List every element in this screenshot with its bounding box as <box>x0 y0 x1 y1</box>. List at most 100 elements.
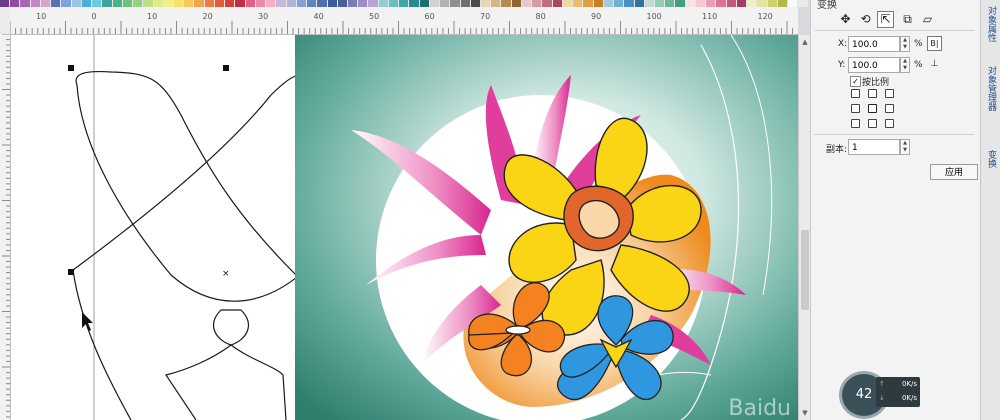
palette-swatch[interactable] <box>122 0 134 7</box>
palette-swatch[interactable] <box>204 0 215 7</box>
palette-swatch[interactable] <box>61 0 72 7</box>
palette-swatch[interactable] <box>317 0 328 7</box>
palette-swatch[interactable] <box>695 0 707 7</box>
palette-swatch[interactable] <box>675 0 686 7</box>
scroll-up-icon[interactable]: ▲ <box>800 37 810 47</box>
palette-swatch[interactable] <box>307 0 318 7</box>
palette-swatch[interactable] <box>347 0 359 7</box>
palette-swatch[interactable] <box>726 0 737 7</box>
tab-object-manager[interactable]: 对象管理器 <box>984 66 996 111</box>
anchor-bottom-center[interactable] <box>868 119 877 128</box>
scale-mirror-icon[interactable]: ⇱ <box>877 11 894 28</box>
palette-swatch[interactable] <box>716 0 727 7</box>
palette-swatch[interactable] <box>266 0 277 7</box>
copies-spinner[interactable]: ▲ ▼ <box>900 139 910 155</box>
palette-swatch[interactable] <box>327 0 338 7</box>
palette-swatch[interactable] <box>378 0 389 7</box>
palette-swatch[interactable] <box>470 0 482 7</box>
copies-field[interactable]: 1 <box>848 139 900 155</box>
anchor-top-right[interactable] <box>885 89 894 98</box>
palette-swatch[interactable] <box>255 0 267 7</box>
palette-swatch[interactable] <box>655 0 666 7</box>
palette-swatch[interactable] <box>777 0 789 7</box>
palette-swatch[interactable] <box>583 0 594 7</box>
palette-swatch[interactable] <box>798 0 808 7</box>
palette-swatch[interactable] <box>685 0 696 7</box>
palette-swatch[interactable] <box>163 0 174 7</box>
tab-object-properties[interactable]: 对象属性 <box>984 6 996 42</box>
anchor-top-left[interactable] <box>851 89 860 98</box>
palette-swatch[interactable] <box>460 0 471 7</box>
palette-swatch[interactable] <box>429 0 441 7</box>
palette-swatch[interactable] <box>194 0 205 7</box>
palette-swatch[interactable] <box>92 0 103 7</box>
palette-swatch[interactable] <box>767 0 778 7</box>
palette-swatch[interactable] <box>173 0 185 7</box>
palette-swatch[interactable] <box>30 0 41 7</box>
palette-swatch[interactable] <box>71 0 82 7</box>
palette-swatch[interactable] <box>634 0 645 7</box>
palette-swatch[interactable] <box>644 0 655 7</box>
palette-swatch[interactable] <box>184 0 195 7</box>
x-scale-field[interactable]: 100.0 <box>848 36 900 52</box>
palette-swatch[interactable] <box>358 0 369 7</box>
anchor-middle-left[interactable] <box>851 104 860 113</box>
anchor-bottom-left[interactable] <box>851 119 860 128</box>
palette-swatch[interactable] <box>440 0 451 7</box>
palette-swatch[interactable] <box>624 0 635 7</box>
rotate-icon[interactable]: ⟲ <box>857 11 874 28</box>
palette-swatch[interactable] <box>501 0 512 7</box>
skew-icon[interactable]: ▱ <box>919 11 936 28</box>
x-spinner[interactable]: ▲ ▼ <box>900 36 910 52</box>
palette-swatch[interactable] <box>573 0 584 7</box>
palette-swatch[interactable] <box>112 0 123 7</box>
palette-swatch[interactable] <box>562 0 574 7</box>
palette-swatch[interactable] <box>532 0 543 7</box>
palette-swatch[interactable] <box>706 0 717 7</box>
position-icon[interactable]: ✥ <box>837 11 854 28</box>
palette-swatch[interactable] <box>153 0 164 7</box>
palette-swatch[interactable] <box>409 0 420 7</box>
palette-swatch[interactable] <box>40 0 52 7</box>
anchor-bottom-right[interactable] <box>885 119 894 128</box>
color-palette[interactable] <box>0 0 808 7</box>
palette-swatch[interactable] <box>337 0 348 7</box>
palette-swatch[interactable] <box>450 0 461 7</box>
palette-swatch[interactable] <box>552 0 563 7</box>
mirror-vertical-icon[interactable]: ⊥ <box>927 57 942 72</box>
palette-swatch[interactable] <box>0 0 11 7</box>
palette-swatch[interactable] <box>10 0 21 7</box>
palette-swatch[interactable] <box>143 0 154 7</box>
palette-swatch[interactable] <box>133 0 144 7</box>
palette-swatch[interactable] <box>81 0 93 7</box>
anchor-middle-right[interactable] <box>885 104 894 113</box>
palette-swatch[interactable] <box>614 0 625 7</box>
palette-swatch[interactable] <box>481 0 492 7</box>
palette-swatch[interactable] <box>419 0 430 7</box>
palette-swatch[interactable] <box>296 0 308 7</box>
palette-swatch[interactable] <box>603 0 615 7</box>
scroll-down-icon[interactable]: ▼ <box>800 408 810 418</box>
tab-transform[interactable]: 变换 <box>984 150 996 168</box>
mirror-horizontal-icon[interactable]: B| <box>927 36 942 51</box>
y-scale-field[interactable]: 100.0 <box>848 57 900 73</box>
drawing-canvas[interactable]: × Baidu <box>11 35 798 420</box>
palette-swatch[interactable] <box>286 0 297 7</box>
proportional-checkbox[interactable]: ✓ <box>850 76 861 87</box>
palette-swatch[interactable] <box>225 0 236 7</box>
anchor-top-center[interactable] <box>868 89 877 98</box>
palette-swatch[interactable] <box>235 0 246 7</box>
palette-swatch[interactable] <box>491 0 502 7</box>
palette-swatch[interactable] <box>511 0 522 7</box>
palette-swatch[interactable] <box>214 0 226 7</box>
palette-swatch[interactable] <box>747 0 758 7</box>
palette-swatch[interactable] <box>20 0 31 7</box>
palette-swatch[interactable] <box>757 0 768 7</box>
palette-swatch[interactable] <box>102 0 113 7</box>
palette-swatch[interactable] <box>388 0 400 7</box>
palette-swatch[interactable] <box>521 0 533 7</box>
palette-swatch[interactable] <box>245 0 256 7</box>
palette-swatch[interactable] <box>51 0 62 7</box>
palette-swatch[interactable] <box>399 0 410 7</box>
anchor-center[interactable] <box>868 104 877 113</box>
